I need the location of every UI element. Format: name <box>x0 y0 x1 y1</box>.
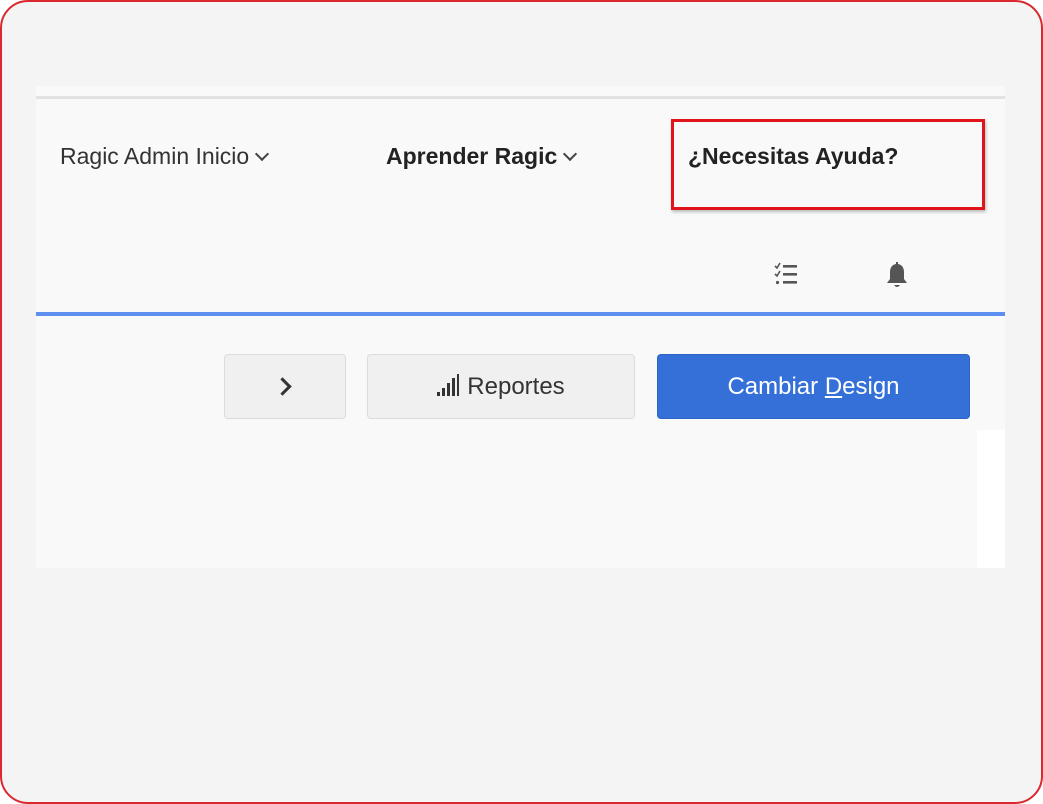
bar-chart-icon <box>437 373 460 396</box>
chevron-down-icon <box>255 146 270 162</box>
app-window: Ragic Admin Inicio Aprender Ragic ¿Neces… <box>36 86 1005 568</box>
chevron-down-icon <box>563 146 578 162</box>
change-design-label: Cambiar Design <box>727 373 899 401</box>
nav-learn-ragic[interactable]: Aprender Ragic <box>386 142 578 170</box>
expand-button[interactable] <box>224 354 346 419</box>
side-panel-edge <box>977 430 1005 568</box>
change-design-button[interactable]: Cambiar Design <box>657 354 970 419</box>
accent-divider <box>36 312 1005 316</box>
reports-button[interactable]: Reportes <box>367 354 635 419</box>
bell-icon[interactable] <box>886 262 908 290</box>
change-design-label-suffix: esign <box>842 372 900 400</box>
screenshot-frame: Ragic Admin Inicio Aprender Ragic ¿Neces… <box>0 0 1043 804</box>
nav-admin-home[interactable]: Ragic Admin Inicio <box>60 142 270 170</box>
reports-button-label: Reportes <box>467 372 565 400</box>
top-divider <box>36 96 1005 99</box>
help-highlight-box <box>671 119 985 210</box>
nav-admin-home-label: Ragic Admin Inicio <box>60 143 250 169</box>
chevron-right-icon <box>272 377 292 396</box>
change-design-accel-key: D <box>824 372 843 400</box>
task-list-icon[interactable] <box>774 262 798 288</box>
change-design-label-prefix: Cambiar <box>727 372 825 400</box>
nav-learn-ragic-label: Aprender Ragic <box>386 143 558 169</box>
